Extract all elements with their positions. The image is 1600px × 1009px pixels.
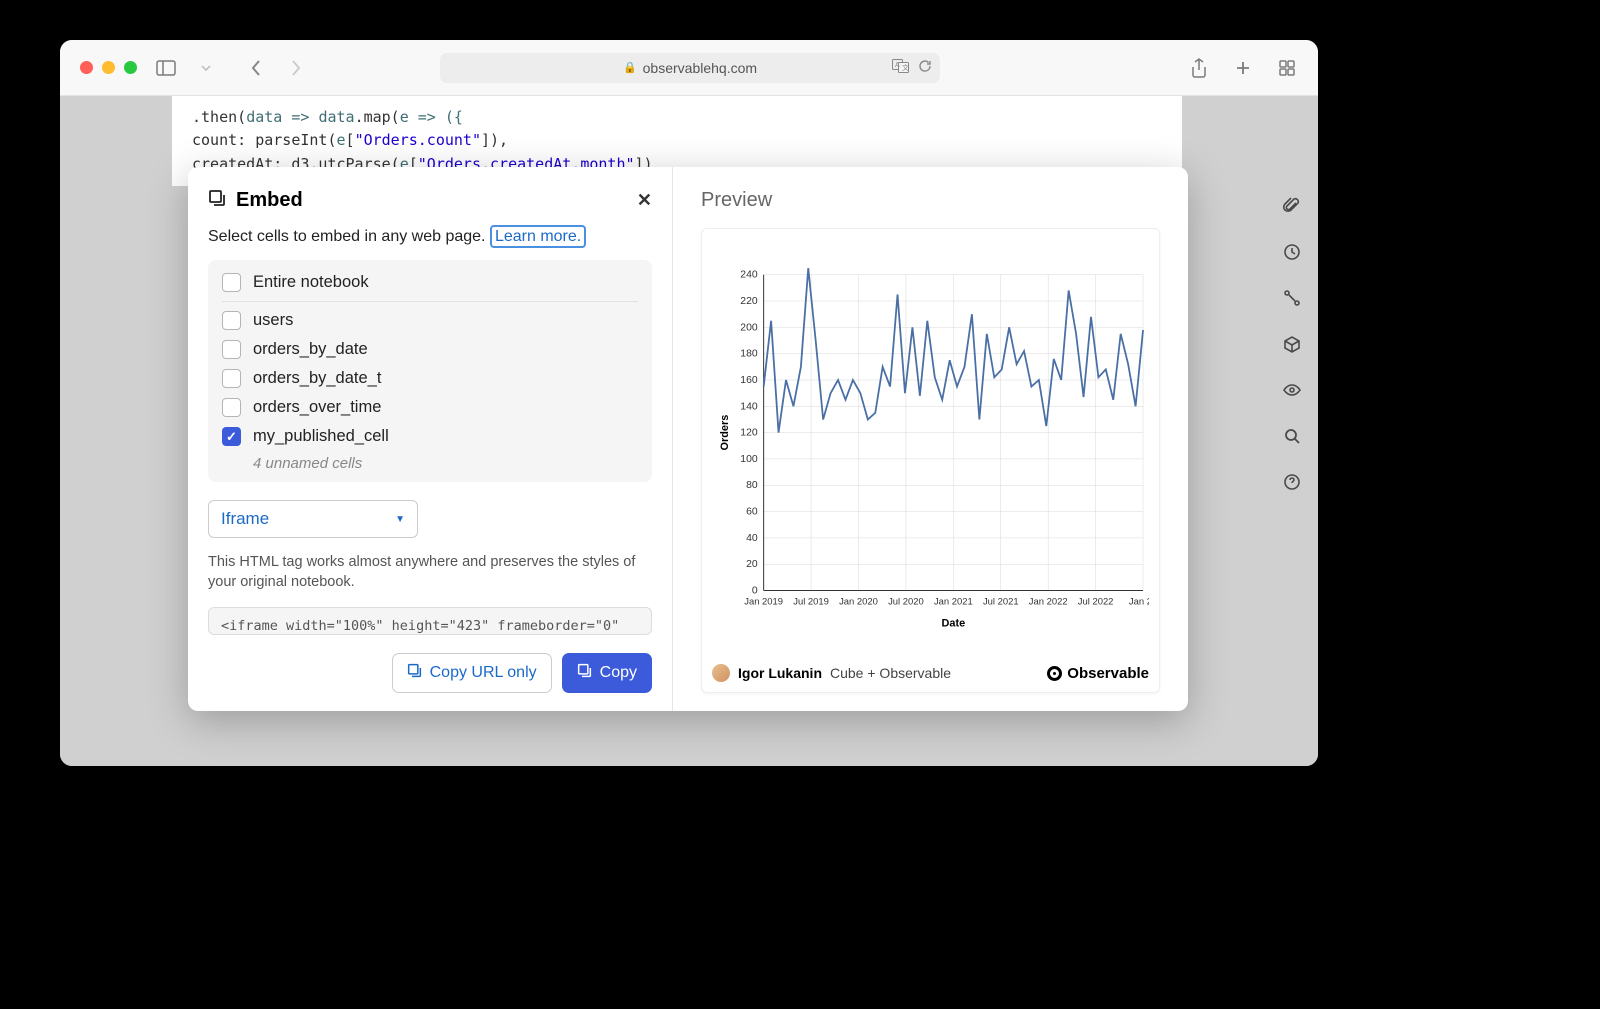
project-name: Cube + Observable <box>830 665 951 681</box>
svg-text:A: A <box>895 62 900 69</box>
copy-url-only-button[interactable]: Copy URL only <box>392 653 552 693</box>
checkbox[interactable] <box>222 369 241 388</box>
cell-row-entire[interactable]: Entire notebook <box>222 268 638 302</box>
caret-down-icon: ▼ <box>395 514 405 525</box>
svg-text:20: 20 <box>746 559 758 570</box>
page-content: .then(data => data.map(e => ({ count: pa… <box>60 96 1318 766</box>
toolbar-right <box>1188 57 1298 79</box>
minimize-window-button[interactable] <box>102 61 115 74</box>
sidebar-toggle-icon[interactable] <box>155 57 177 79</box>
lock-icon: 🔒 <box>623 61 637 74</box>
svg-text:Jan 20: Jan 20 <box>1129 595 1149 606</box>
cell-row[interactable]: my_published_cell <box>222 422 638 451</box>
new-tab-icon[interactable] <box>1232 57 1254 79</box>
window-controls <box>80 61 137 74</box>
svg-text:Jan 2020: Jan 2020 <box>839 595 878 606</box>
reload-icon[interactable] <box>918 59 932 76</box>
share-icon[interactable] <box>1188 57 1210 79</box>
svg-text:200: 200 <box>740 322 758 333</box>
modal-header: Embed ✕ <box>208 189 652 212</box>
copy-icon <box>577 663 592 683</box>
svg-text:240: 240 <box>740 270 758 281</box>
checkbox[interactable] <box>222 311 241 330</box>
cell-label: orders_by_date <box>253 340 368 359</box>
chart-footer: Igor Lukanin Cube + Observable Observabl… <box>712 654 1149 682</box>
observable-logo[interactable]: Observable <box>1047 665 1149 682</box>
checkbox[interactable] <box>222 427 241 446</box>
copy-button[interactable]: Copy <box>562 653 652 693</box>
titlebar: 🔒 observablehq.com A文 <box>60 40 1318 96</box>
svg-text:220: 220 <box>740 296 758 307</box>
embed-icon <box>208 189 226 212</box>
modal-overlay: Embed ✕ Select cells to embed in any web… <box>60 96 1318 766</box>
svg-text:160: 160 <box>740 375 758 386</box>
format-select-label: Iframe <box>221 509 269 529</box>
helper-text: This HTML tag works almost anywhere and … <box>208 552 652 593</box>
modal-buttons: Copy URL only Copy <box>208 653 652 693</box>
svg-text:80: 80 <box>746 480 758 491</box>
cell-row[interactable]: users <box>222 306 638 335</box>
svg-text:Jul 2022: Jul 2022 <box>1078 595 1114 606</box>
unnamed-cells-note: 4 unnamed cells <box>222 451 638 474</box>
embed-config-panel: Embed ✕ Select cells to embed in any web… <box>188 167 673 711</box>
nav-forward-button[interactable] <box>285 57 307 79</box>
cell-label: users <box>253 311 293 330</box>
svg-text:Date: Date <box>942 617 966 629</box>
checkbox-entire[interactable] <box>222 273 241 292</box>
svg-text:100: 100 <box>740 454 758 465</box>
learn-more-link[interactable]: Learn more. <box>490 225 586 248</box>
tabs-overview-icon[interactable] <box>1276 57 1298 79</box>
author-name: Igor Lukanin <box>738 665 822 681</box>
close-modal-button[interactable]: ✕ <box>637 190 652 211</box>
author-avatar <box>712 664 730 682</box>
cell-label: orders_by_date_t <box>253 369 381 388</box>
cell-label: my_published_cell <box>253 427 389 446</box>
close-window-button[interactable] <box>80 61 93 74</box>
orders-line-chart: 020406080100120140160180200220240Jan 201… <box>712 243 1149 654</box>
url-text: observablehq.com <box>643 60 757 76</box>
cell-row[interactable]: orders_over_time <box>222 393 638 422</box>
cell-row[interactable]: orders_by_date_t <box>222 364 638 393</box>
cell-label: orders_over_time <box>253 398 381 417</box>
svg-text:Jan 2022: Jan 2022 <box>1029 595 1068 606</box>
svg-text:180: 180 <box>740 349 758 360</box>
copy-icon <box>407 663 422 683</box>
browser-window: 🔒 observablehq.com A文 .then(data => data… <box>60 40 1318 766</box>
svg-text:140: 140 <box>740 401 758 412</box>
svg-text:60: 60 <box>746 507 758 518</box>
format-select[interactable]: Iframe ▼ <box>208 500 418 538</box>
chevron-down-icon[interactable] <box>195 57 217 79</box>
nav-back-button[interactable] <box>245 57 267 79</box>
url-bar[interactable]: 🔒 observablehq.com A文 <box>440 53 940 83</box>
checkbox[interactable] <box>222 398 241 417</box>
embed-instruction: Select cells to embed in any web page. L… <box>208 228 652 246</box>
translate-icon[interactable]: A文 <box>892 59 910 76</box>
observable-icon <box>1047 666 1062 681</box>
cells-selector: Entire notebook users orders_by_dateorder… <box>208 260 652 482</box>
svg-text:Jul 2019: Jul 2019 <box>793 595 829 606</box>
svg-text:Jan 2019: Jan 2019 <box>744 595 783 606</box>
svg-text:Jul 2021: Jul 2021 <box>983 595 1019 606</box>
preview-heading: Preview <box>701 189 1160 212</box>
svg-text:Jan 2021: Jan 2021 <box>934 595 973 606</box>
maximize-window-button[interactable] <box>124 61 137 74</box>
svg-text:40: 40 <box>746 533 758 544</box>
svg-text:文: 文 <box>902 63 909 72</box>
svg-text:120: 120 <box>740 428 758 439</box>
svg-text:Orders: Orders <box>719 415 731 451</box>
preview-panel: Preview 02040608010012014016018020022024… <box>673 167 1188 711</box>
cell-row[interactable]: orders_by_date <box>222 335 638 364</box>
embed-modal: Embed ✕ Select cells to embed in any web… <box>188 167 1188 711</box>
iframe-code-block[interactable]: <iframe width="100%" height="423" frameb… <box>208 607 652 635</box>
cell-label: Entire notebook <box>253 273 369 292</box>
chart-wrap: 020406080100120140160180200220240Jan 201… <box>712 243 1149 654</box>
chart-card: 020406080100120140160180200220240Jan 201… <box>701 228 1160 693</box>
modal-title: Embed <box>236 189 303 212</box>
checkbox[interactable] <box>222 340 241 359</box>
svg-text:Jul 2020: Jul 2020 <box>888 595 924 606</box>
